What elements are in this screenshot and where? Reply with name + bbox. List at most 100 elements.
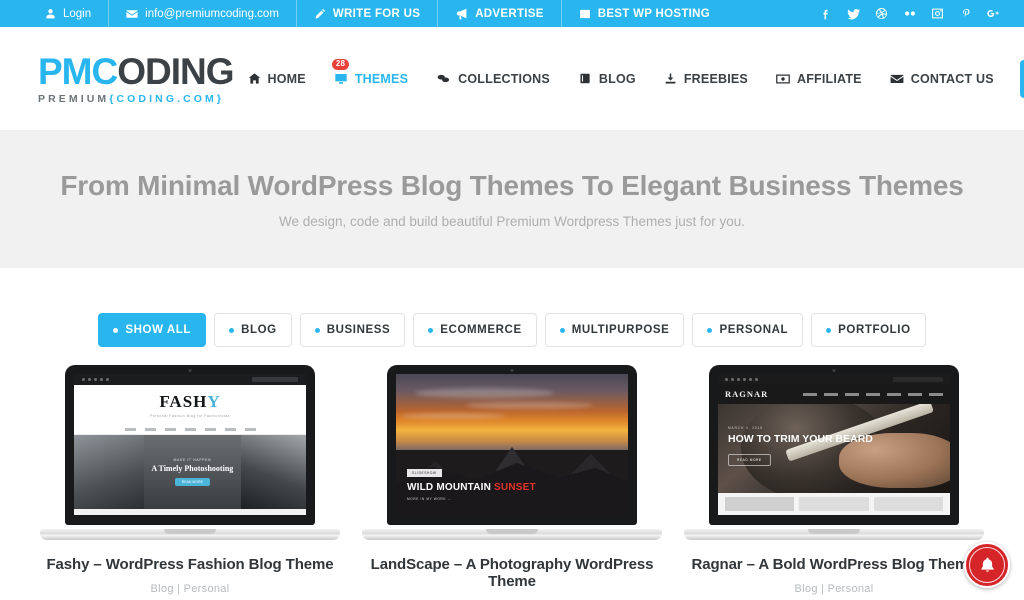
- theme-card[interactable]: RAGNAR MARCH 4, 2016 HOW TO TRIM YOUR BE…: [684, 365, 984, 600]
- theme-card[interactable]: FASHY Personal Fashion Blog for Fashioni…: [40, 365, 340, 600]
- preview-hero-button: READ MORE: [728, 454, 771, 467]
- preview-date: MARCH 4, 2016: [728, 426, 763, 430]
- theme-title[interactable]: Ragnar – A Bold WordPress Blog Theme: [684, 556, 984, 573]
- preview-social-icons: [82, 378, 109, 381]
- book-icon: [578, 72, 592, 85]
- filter-label: MULTIPURPOSE: [571, 324, 670, 336]
- filter-multipurpose[interactable]: MULTIPURPOSE: [544, 313, 685, 347]
- preview-hero-title: HOW TO TRIM YOUR BEARD: [728, 433, 873, 445]
- filter-label: ECOMMERCE: [440, 324, 522, 336]
- filter-blog[interactable]: BLOG: [214, 313, 292, 347]
- filter-label: PERSONAL: [719, 324, 789, 336]
- preview-thumbnails: [74, 509, 306, 515]
- preview-topbar: [718, 374, 950, 384]
- nav-item-affiliate[interactable]: AFFILIATE: [762, 59, 876, 99]
- bullet-icon: [314, 327, 320, 333]
- preview-hero-title: A Timely Photoshooting: [151, 464, 234, 473]
- nav-item-home[interactable]: HOME: [234, 59, 320, 99]
- top-bar-links: Login info@premiumcoding.com WRITE FOR U…: [28, 0, 727, 27]
- site-header: PMCODING PREMIUM{CODING.COM} HOME 28 THE…: [0, 27, 1024, 130]
- preview-caption-block: SLIDESHOW WILD MOUNTAIN SUNSET MORE IN M…: [407, 461, 536, 501]
- googleplus-icon[interactable]: [981, 1, 1006, 26]
- preview-hero-right: [241, 435, 306, 509]
- preview-search-bar: [252, 377, 298, 382]
- nav-label: BLOG: [598, 71, 636, 86]
- pencil-icon: [314, 8, 326, 20]
- preview-hero-button: READ MORE: [174, 478, 210, 486]
- user-icon: [45, 8, 56, 19]
- preview-photo: SLIDESHOW WILD MOUNTAIN SUNSET MORE IN M…: [396, 374, 628, 515]
- preview-search-bar: [893, 376, 943, 382]
- nav-item-freebies[interactable]: FREEBIES: [650, 59, 762, 99]
- envelope-icon: [126, 8, 138, 20]
- filter-label: SHOW ALL: [125, 324, 192, 336]
- logo-oding: ODING: [117, 50, 234, 92]
- preview-tag: SLIDESHOW: [407, 469, 442, 477]
- preview-hero-meta: MORE IN MY WORK →: [407, 497, 452, 501]
- preview-hero-left: [74, 435, 144, 509]
- topbar-item-login[interactable]: Login: [28, 0, 110, 27]
- preview-brand: RAGNAR: [725, 389, 769, 399]
- dribbble-icon[interactable]: [869, 1, 894, 26]
- filter-label: BLOG: [241, 324, 277, 336]
- nav-label: FREEBIES: [683, 71, 748, 86]
- filter-show-all[interactable]: SHOW ALL: [98, 313, 207, 347]
- preview-footer-cards: [718, 493, 950, 515]
- filter-label: BUSINESS: [326, 324, 391, 336]
- theme-card[interactable]: SLIDESHOW WILD MOUNTAIN SUNSET MORE IN M…: [362, 365, 662, 600]
- bullet-icon: [826, 327, 832, 333]
- nav-label: CONTACT US: [910, 71, 994, 86]
- twitter-icon[interactable]: [841, 1, 866, 26]
- envelope-icon: [890, 73, 904, 85]
- topbar-item-advertise[interactable]: ADVERTISE: [438, 0, 562, 27]
- list-icon: [579, 8, 591, 20]
- preview-topbar: [74, 374, 306, 385]
- plans-and-pricing-button[interactable]: PLANS & PRICING: [1019, 59, 1024, 98]
- filter-ecommerce[interactable]: ECOMMERCE: [413, 313, 537, 347]
- topbar-label: BEST WP HOSTING: [597, 7, 711, 20]
- notification-bell-button[interactable]: [964, 542, 1010, 588]
- topbar-label: ADVERTISE: [475, 7, 544, 20]
- nav-item-collections[interactable]: COLLECTIONS: [422, 59, 564, 99]
- theme-preview-ragnar: RAGNAR MARCH 4, 2016 HOW TO TRIM YOUR BE…: [718, 374, 950, 515]
- pinterest-icon[interactable]: [953, 1, 978, 26]
- megaphone-icon: [455, 7, 468, 20]
- flickr-icon[interactable]: [897, 1, 922, 26]
- filter-portfolio[interactable]: PORTFOLIO: [811, 313, 926, 347]
- laptop-mockup: FASHY Personal Fashion Blog for Fashioni…: [40, 365, 340, 540]
- nav-item-contact-us[interactable]: CONTACT US: [876, 59, 1008, 99]
- themes-count-badge: 28: [331, 58, 350, 70]
- filter-personal[interactable]: PERSONAL: [692, 313, 804, 347]
- preview-caption-block: MARCH 4, 2016 HOW TO TRIM YOUR BEARD REA…: [728, 426, 873, 467]
- theme-title[interactable]: LandScape – A Photography WordPress Them…: [362, 556, 662, 590]
- money-icon: [776, 73, 790, 85]
- logo-tagline-premium: PREMIUM: [38, 92, 110, 105]
- page-subtitle: We design, code and build beautiful Prem…: [279, 213, 745, 229]
- topbar-item-email[interactable]: info@premiumcoding.com: [109, 0, 297, 27]
- theme-preview-fashy: FASHY Personal Fashion Blog for Fashioni…: [74, 374, 306, 515]
- preview-nav-links: [803, 392, 943, 396]
- nav-label: THEMES: [354, 71, 409, 86]
- preview-brand-desc: Personal Fashion Blog for Fashionistas: [150, 414, 230, 418]
- home-icon: [248, 72, 261, 85]
- site-logo[interactable]: PMCODING PREMIUM{CODING.COM}: [38, 50, 235, 105]
- bullet-icon: [229, 327, 235, 333]
- bullet-icon: [113, 327, 119, 333]
- topbar-item-best-wp-hosting[interactable]: BEST WP HOSTING: [562, 0, 727, 27]
- theme-categories: Blog | Personal: [150, 583, 230, 595]
- filter-business[interactable]: BUSINESS: [299, 313, 406, 347]
- facebook-icon[interactable]: [813, 1, 838, 26]
- theme-grid: FASHY Personal Fashion Blog for Fashioni…: [0, 347, 1024, 600]
- nav-item-themes[interactable]: 28 THEMES: [320, 58, 422, 99]
- instagram-icon[interactable]: [925, 1, 950, 26]
- layers-icon: [436, 72, 451, 85]
- download-icon: [664, 72, 677, 85]
- nav-label: AFFILIATE: [796, 71, 862, 86]
- laptop-mockup: RAGNAR MARCH 4, 2016 HOW TO TRIM YOUR BE…: [684, 365, 984, 540]
- social-links: [813, 1, 1006, 26]
- nav-item-blog[interactable]: BLOG: [564, 59, 650, 99]
- monitor-icon: [334, 72, 348, 86]
- preview-site: RAGNAR MARCH 4, 2016 HOW TO TRIM YOUR BE…: [718, 374, 950, 515]
- theme-title[interactable]: Fashy – WordPress Fashion Blog Theme: [40, 556, 340, 573]
- topbar-item-write-for-us[interactable]: WRITE FOR US: [297, 0, 439, 27]
